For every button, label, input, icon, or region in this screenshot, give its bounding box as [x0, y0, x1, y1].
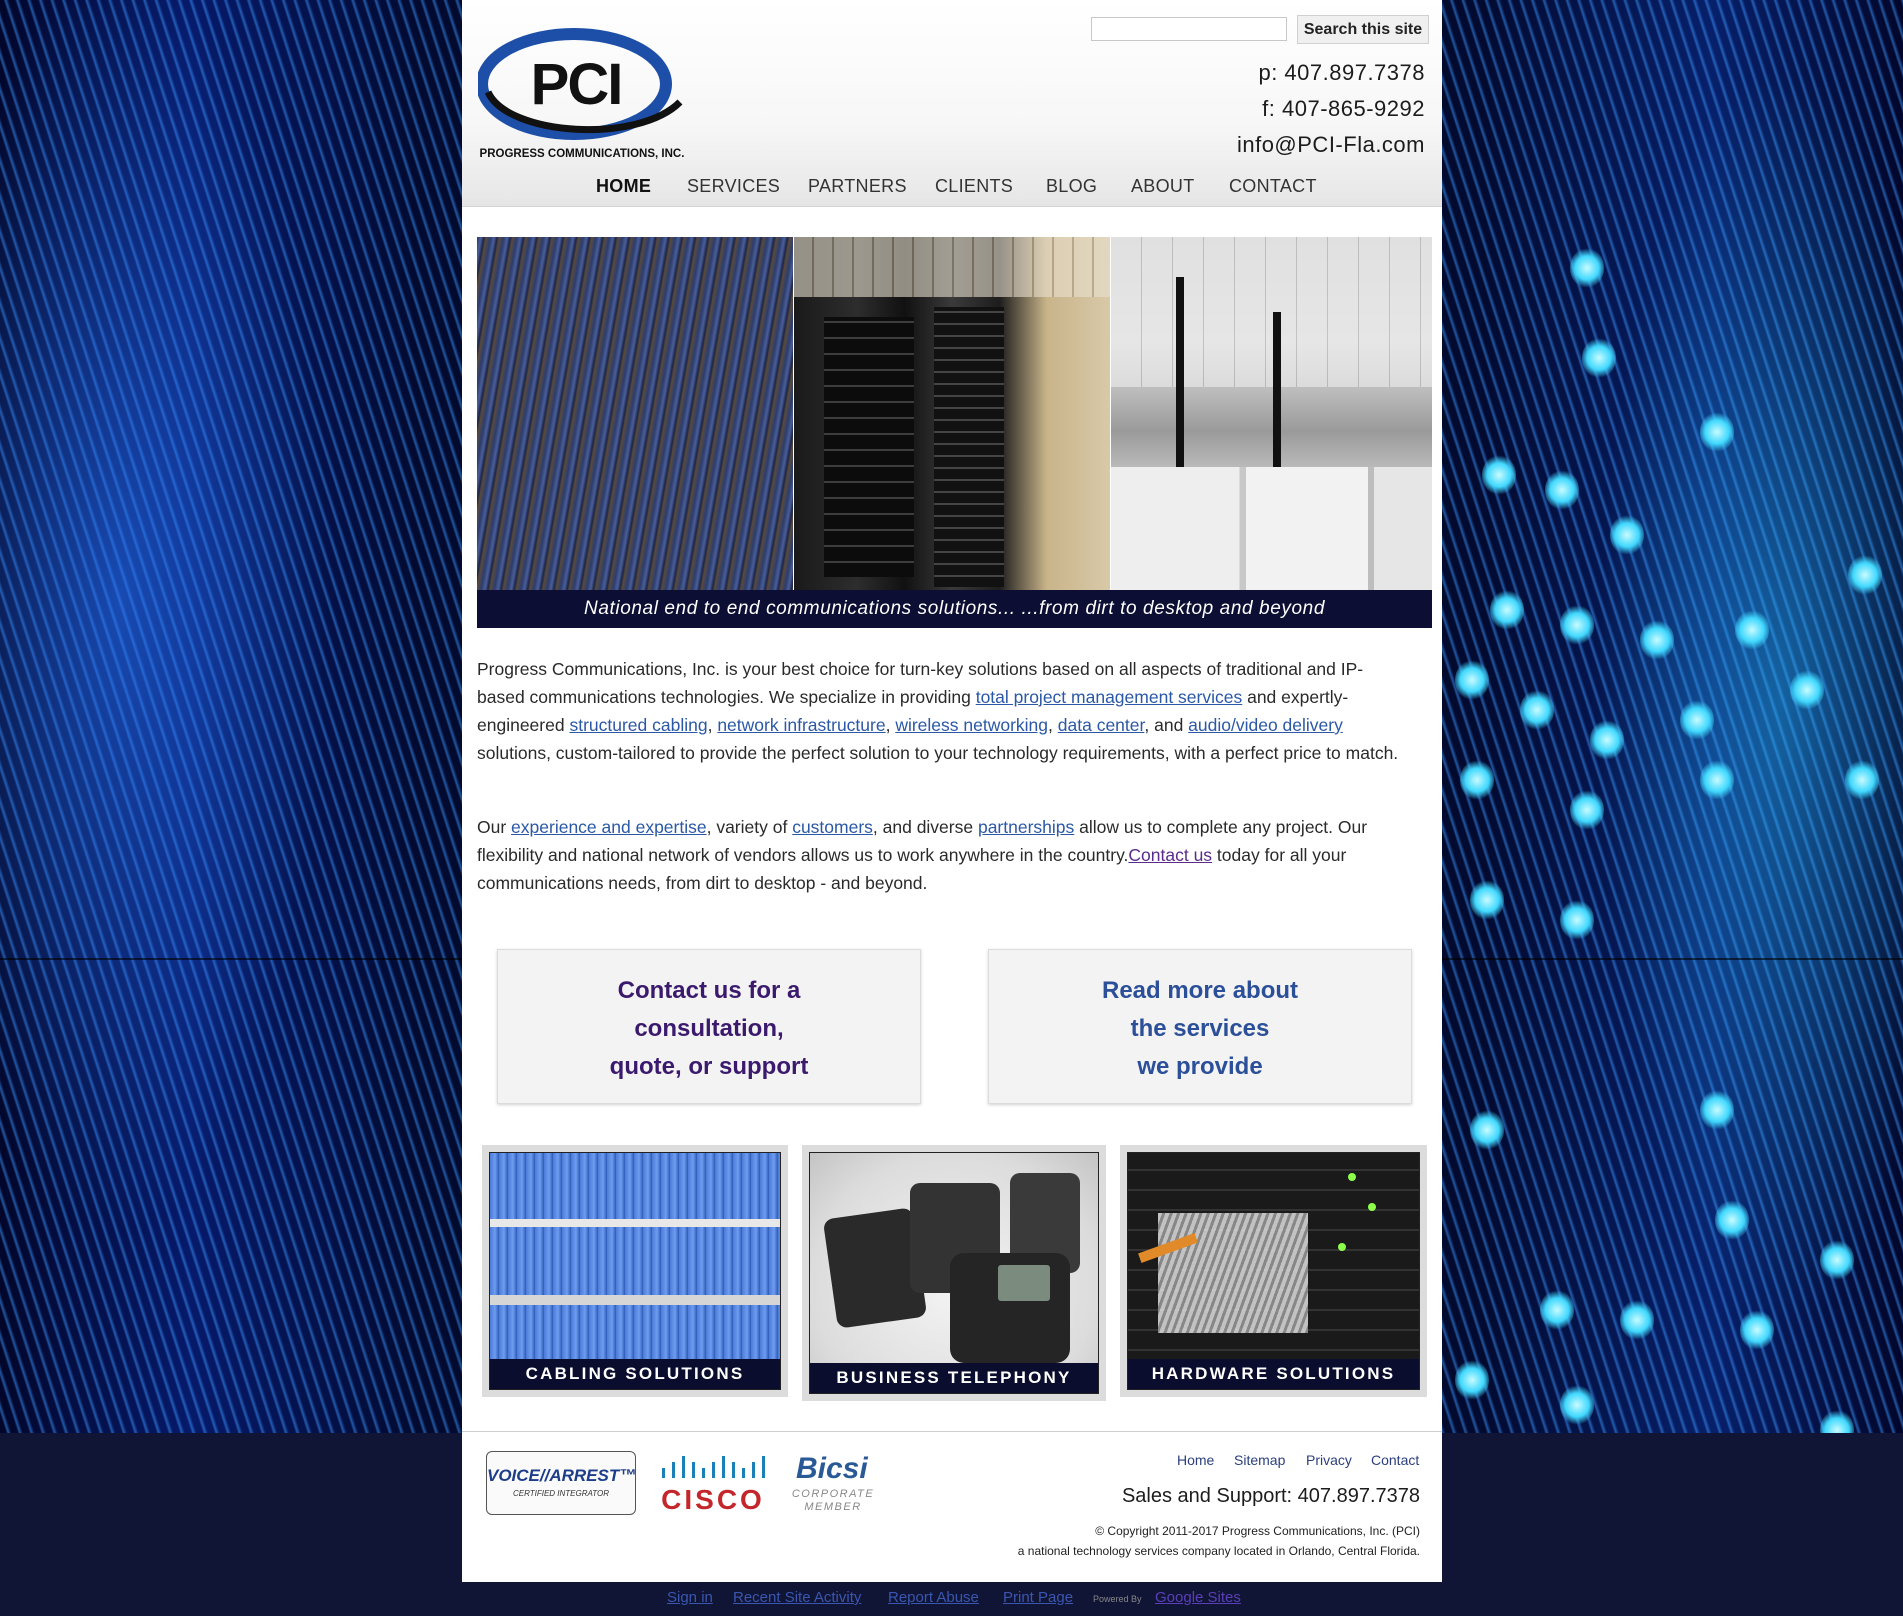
nav-about[interactable]: ABOUT	[1131, 176, 1195, 197]
intro-separator: ,	[885, 715, 896, 735]
intro-text: Our	[477, 817, 512, 837]
intro-separator: ,	[707, 715, 718, 735]
link-partnerships[interactable]: partnerships	[978, 817, 1074, 837]
voicearrest-logo-text: VOICE//ARREST™	[487, 1466, 637, 1485]
nav-blog[interactable]: BLOG	[1046, 176, 1097, 197]
email-address[interactable]: info@PCI-Fla.com	[1237, 132, 1425, 158]
intro-separator: ,	[1048, 715, 1058, 735]
pci-logo-icon: PCI PROGRESS COMMUNICATIONS, INC.	[476, 28, 685, 160]
logo-subtitle: PROGRESS COMMUNICATIONS, INC.	[480, 148, 685, 160]
intro-paragraph-1: Progress Communications, Inc. is your be…	[477, 655, 1407, 767]
cisco-bars-icon	[662, 1456, 765, 1478]
contact-cta-line1: Contact us for a	[617, 977, 801, 1004]
nav-home[interactable]: HOME	[596, 176, 651, 197]
search-input[interactable]	[1091, 17, 1287, 41]
main-nav: HOME SERVICES PARTNERS CLIENTS BLOG ABOU…	[462, 172, 1442, 202]
logo-text: PCI	[531, 52, 622, 117]
services-cta-box[interactable]: Read more about the services we provide	[988, 949, 1412, 1104]
footer-link-contact[interactable]: Contact	[1371, 1452, 1419, 1468]
site-header: PCI PROGRESS COMMUNICATIONS, INC. Search…	[462, 0, 1442, 207]
google-sites-link[interactable]: Google Sites	[1155, 1589, 1241, 1606]
services-cta-line2: the services	[1130, 1015, 1270, 1042]
link-customers[interactable]: customers	[792, 817, 873, 837]
bicsi-logo-text: Bicsi	[796, 1452, 868, 1485]
tile-hardware-label: HARDWARE SOLUTIONS	[1128, 1359, 1419, 1389]
intro-separator: , and	[1144, 715, 1189, 735]
powered-by-text: Powered By	[1093, 1594, 1142, 1604]
pci-logo[interactable]: PCI PROGRESS COMMUNICATIONS, INC.	[476, 26, 692, 166]
contact-cta-box[interactable]: Contact us for a consultation, quote, or…	[497, 949, 921, 1104]
link-network-infrastructure[interactable]: network infrastructure	[717, 715, 885, 735]
link-audio-video-delivery[interactable]: audio/video delivery	[1188, 715, 1343, 735]
link-total-project-management[interactable]: total project management services	[976, 687, 1243, 707]
footer-link-home[interactable]: Home	[1177, 1452, 1214, 1468]
voicearrest-logo-sub: CERTIFIED INTEGRATOR	[512, 1489, 609, 1498]
cisco-logo-text: CISCO	[661, 1484, 765, 1515]
hero-image-cables	[477, 237, 793, 590]
intro-paragraph-2: Our experience and expertise, variety of…	[477, 813, 1407, 897]
cisco-logo[interactable]: CISCO	[654, 1452, 772, 1516]
services-cta-line1: Read more about	[1101, 977, 1299, 1004]
link-wireless-networking[interactable]: wireless networking	[895, 715, 1048, 735]
intro-text: solutions, custom-tailored to provide th…	[477, 743, 1399, 763]
hero-image-office	[1111, 237, 1432, 590]
contact-cta-line2: consultation,	[634, 1015, 784, 1042]
footer-link-sitemap[interactable]: Sitemap	[1234, 1452, 1285, 1468]
tile-telephony-image: BUSINESS TELEPHONY	[809, 1152, 1099, 1394]
nav-clients[interactable]: CLIENTS	[935, 176, 1013, 197]
company-tagline: a national technology services company l…	[1017, 1544, 1420, 1558]
services-cta-line3: we provide	[1137, 1053, 1263, 1080]
fax-number: f: 407-865-9292	[1262, 96, 1425, 121]
search-button[interactable]: Search this site	[1297, 15, 1429, 44]
intro-text: , variety of	[706, 817, 793, 837]
link-structured-cabling[interactable]: structured cabling	[569, 715, 707, 735]
bicsi-logo-sub1: CORPORATE	[791, 1488, 875, 1500]
recent-activity-link[interactable]: Recent Site Activity	[733, 1589, 861, 1606]
report-abuse-link[interactable]: Report Abuse	[888, 1589, 979, 1606]
copyright-text: © Copyright 2011-2017 Progress Communica…	[1095, 1524, 1420, 1538]
bicsi-logo-sub2: MEMBER	[804, 1501, 862, 1513]
print-page-link[interactable]: Print Page	[1003, 1589, 1073, 1606]
phone-number: p: 407.897.7378	[1258, 60, 1425, 85]
link-data-center[interactable]: data center	[1058, 715, 1145, 735]
tile-cabling-label: CABLING SOLUTIONS	[490, 1359, 780, 1389]
footer-link-privacy[interactable]: Privacy	[1306, 1452, 1352, 1468]
nav-services[interactable]: SERVICES	[687, 176, 780, 197]
bicsi-logo[interactable]: Bicsi CORPORATE MEMBER	[788, 1450, 888, 1518]
tile-hardware-image: HARDWARE SOLUTIONS	[1127, 1152, 1420, 1390]
tile-cabling-solutions[interactable]: CABLING SOLUTIONS	[482, 1145, 788, 1397]
hero-banner: National end to end communications solut…	[477, 237, 1432, 628]
tile-hardware-solutions[interactable]: HARDWARE SOLUTIONS	[1120, 1145, 1427, 1397]
voicearrest-logo[interactable]: VOICE//ARREST™ CERTIFIED INTEGRATOR	[486, 1451, 636, 1515]
page-container: PCI PROGRESS COMMUNICATIONS, INC. Search…	[462, 0, 1442, 1582]
hero-image-server-room	[794, 237, 1110, 590]
tile-business-telephony[interactable]: BUSINESS TELEPHONY	[802, 1145, 1106, 1401]
contact-cta-line3: quote, or support	[609, 1053, 809, 1080]
nav-partners[interactable]: PARTNERS	[808, 176, 907, 197]
tile-cabling-image: CABLING SOLUTIONS	[489, 1152, 781, 1390]
sign-in-link[interactable]: Sign in	[667, 1589, 713, 1606]
tile-telephony-label: BUSINESS TELEPHONY	[810, 1363, 1098, 1393]
hero-caption: National end to end communications solut…	[477, 590, 1432, 628]
intro-text: , and diverse	[872, 817, 978, 837]
link-experience-expertise[interactable]: experience and expertise	[511, 817, 707, 837]
sales-support-line: Sales and Support: 407.897.7378	[1121, 1485, 1420, 1507]
site-footer: VOICE//ARREST™ CERTIFIED INTEGRATOR CISC…	[462, 1431, 1442, 1583]
link-contact-us[interactable]: Contact us	[1128, 845, 1212, 865]
nav-contact[interactable]: CONTACT	[1229, 176, 1317, 197]
